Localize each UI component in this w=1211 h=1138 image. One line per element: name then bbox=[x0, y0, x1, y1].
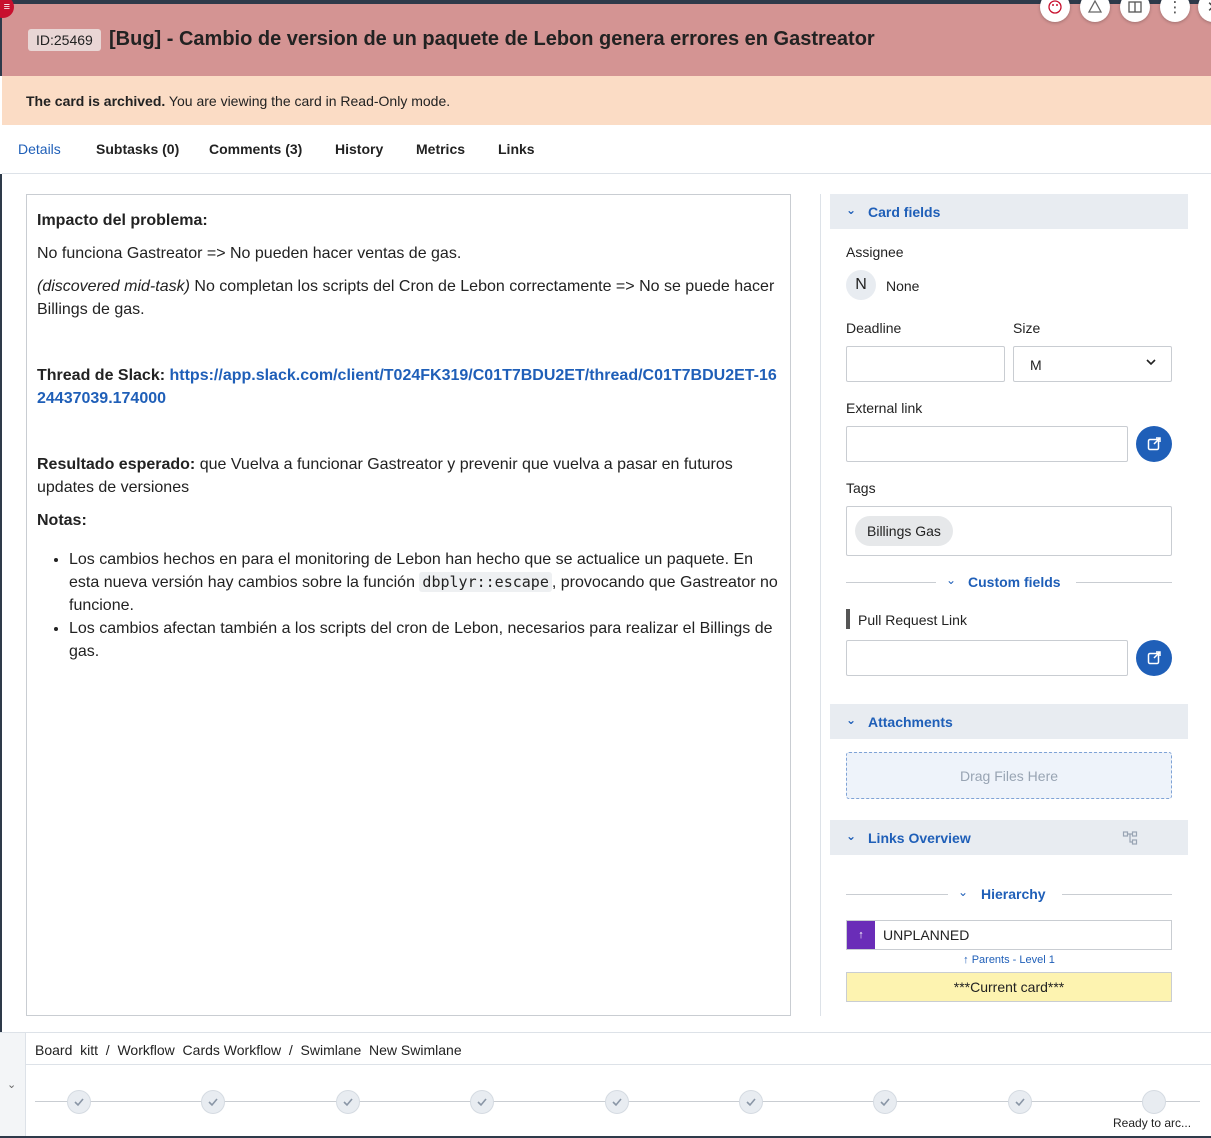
card-description[interactable]: Impacto del problema: No funciona Gastre… bbox=[26, 194, 791, 1016]
list-item: Los cambios afectan también a los script… bbox=[69, 617, 780, 663]
parents-level-label: ↑ Parents - Level 1 bbox=[963, 954, 1055, 966]
pull-request-field[interactable] bbox=[846, 640, 1128, 676]
tags-label: Tags bbox=[846, 480, 876, 496]
hierarchy-toggle[interactable]: Hierarchy bbox=[981, 886, 1046, 902]
hierarchy-icon[interactable] bbox=[1122, 830, 1138, 849]
card-fields-header[interactable]: ⌄ Card fields bbox=[830, 194, 1188, 229]
workflow-step bbox=[873, 1090, 898, 1114]
archived-banner-bold: The card is archived. bbox=[26, 93, 166, 109]
pull-request-label: Pull Request Link bbox=[858, 612, 967, 628]
external-link-icon bbox=[1147, 651, 1161, 665]
card-tabs: Details Subtasks (0) Comments (3) Histor… bbox=[2, 125, 1211, 174]
tab-details[interactable]: Details bbox=[18, 141, 61, 157]
slack-label: Thread de Slack: bbox=[37, 367, 170, 384]
workflow-step bbox=[470, 1090, 495, 1114]
breadcrumb[interactable]: Board kitt / Workflow Cards Workflow / S… bbox=[35, 1042, 462, 1058]
assignee-value[interactable]: None bbox=[886, 278, 919, 294]
tab-metrics[interactable]: Metrics bbox=[416, 141, 465, 157]
workflow-step bbox=[739, 1090, 763, 1114]
custom-fields-toggle[interactable]: Custom fields bbox=[968, 574, 1061, 590]
external-link-label: External link bbox=[846, 400, 923, 416]
card-header: ≡ ID:25469 [Bug] - Cambio de version de … bbox=[0, 0, 1211, 76]
workflow-step bbox=[335, 1090, 360, 1114]
chevron-down-icon: ⌄ bbox=[7, 1079, 17, 1091]
parent-arrow-icon: ↑ bbox=[847, 921, 875, 949]
divider bbox=[846, 894, 948, 895]
chevron-down-icon: ⌄ bbox=[958, 885, 969, 899]
workflow-step bbox=[201, 1090, 226, 1114]
chevron-down-icon: ⌄ bbox=[846, 829, 857, 843]
footer-collapse[interactable]: ⌄ bbox=[0, 1033, 26, 1138]
chevron-down-icon: ⌄ bbox=[846, 713, 857, 727]
tag-chip[interactable]: Billings Gas bbox=[855, 516, 953, 546]
card-type-icon[interactable]: ≡ bbox=[0, 0, 14, 18]
field-indicator bbox=[846, 609, 850, 629]
chevron-down-icon bbox=[1145, 355, 1157, 374]
panel-divider bbox=[820, 194, 821, 1016]
tab-comments[interactable]: Comments (3) bbox=[209, 141, 302, 157]
archived-banner-text: You are viewing the card in Read-Only mo… bbox=[165, 93, 451, 109]
open-pull-request-button[interactable] bbox=[1136, 640, 1172, 676]
divider bbox=[846, 582, 936, 583]
deadline-label: Deadline bbox=[846, 320, 902, 336]
divider bbox=[1062, 894, 1172, 895]
list-item: Los cambios hechos en para el monitoring… bbox=[69, 548, 780, 617]
divider bbox=[26, 1064, 1211, 1065]
current-card: ***Current card*** bbox=[846, 972, 1172, 1002]
external-link-icon bbox=[1147, 437, 1161, 451]
more-vertical-icon[interactable]: ⋮ bbox=[1160, 0, 1190, 22]
result-label: Resultado esperado: bbox=[37, 456, 196, 473]
tab-subtasks[interactable]: Subtasks (0) bbox=[96, 141, 179, 157]
layout-icon[interactable] bbox=[1120, 0, 1150, 22]
notes-heading: Notas: bbox=[37, 512, 87, 529]
window-left-border bbox=[0, 174, 2, 1034]
attachments-header[interactable]: ⌄ Attachments bbox=[830, 704, 1188, 739]
notes-list: Los cambios hechos en para el monitoring… bbox=[69, 548, 780, 663]
open-external-link-button[interactable] bbox=[1136, 426, 1172, 462]
deadline-field[interactable] bbox=[846, 346, 1005, 382]
links-overview-header[interactable]: ⌄ Links Overview bbox=[830, 820, 1188, 855]
divider bbox=[1076, 582, 1172, 583]
close-icon[interactable]: ✕ bbox=[1198, 0, 1211, 22]
impact-line: No funciona Gastreator => No pueden hace… bbox=[37, 245, 462, 262]
links-overview-title: Links Overview bbox=[868, 830, 971, 846]
chevron-down-icon: ⌄ bbox=[946, 573, 957, 587]
card-footer: ⌄ Board kitt / Workflow Cards Workflow /… bbox=[0, 1032, 1211, 1138]
workflow-step-label: Ready to arc... bbox=[1113, 1116, 1192, 1130]
parent-card[interactable]: ↑ UNPLANNED bbox=[846, 920, 1172, 950]
archived-banner: The card is archived. You are viewing th… bbox=[2, 76, 1211, 125]
tab-history[interactable]: History bbox=[335, 141, 383, 157]
card-fields-title: Card fields bbox=[868, 204, 941, 220]
discovered-note: (discovered mid-task) bbox=[37, 278, 190, 295]
external-link-field[interactable] bbox=[846, 426, 1128, 462]
warning-icon[interactable] bbox=[1080, 0, 1110, 22]
assignee-label: Assignee bbox=[846, 244, 904, 260]
card-id-badge[interactable]: ID:25469 bbox=[28, 29, 101, 51]
workflow-step bbox=[67, 1090, 91, 1114]
chevron-down-icon: ⌄ bbox=[846, 203, 857, 217]
card-title: [Bug] - Cambio de version de un paquete … bbox=[109, 28, 875, 50]
workflow-step bbox=[604, 1090, 629, 1114]
avatar[interactable]: N bbox=[846, 270, 876, 300]
parent-card-name: UNPLANNED bbox=[883, 927, 970, 943]
size-select[interactable]: M bbox=[1013, 346, 1172, 382]
bullet-text: Los cambios afectan también a los script… bbox=[69, 620, 773, 660]
workflow-step bbox=[1142, 1090, 1167, 1114]
tab-links[interactable]: Links bbox=[498, 141, 535, 157]
palette-icon[interactable] bbox=[1040, 0, 1070, 22]
file-dropzone[interactable]: Drag Files Here bbox=[846, 752, 1172, 799]
inline-code: dbplyr::escape bbox=[419, 572, 552, 592]
workflow-step bbox=[1007, 1090, 1032, 1114]
size-label: Size bbox=[1013, 320, 1041, 336]
attachments-title: Attachments bbox=[868, 714, 953, 730]
size-value: M bbox=[1030, 357, 1042, 373]
impact-heading: Impacto del problema: bbox=[37, 212, 208, 229]
